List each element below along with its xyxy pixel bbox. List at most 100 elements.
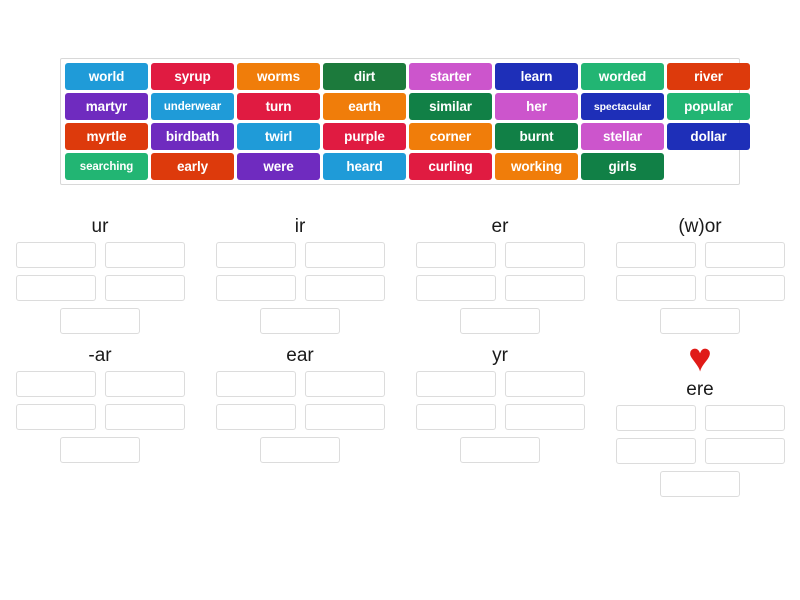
category-title: (w)or [678,216,722,237]
drop-slot[interactable] [415,404,496,430]
drop-slot-row [15,242,185,268]
drop-slot[interactable] [704,438,785,464]
word-tile[interactable]: twirl [237,123,320,150]
word-tile[interactable]: burnt [495,123,578,150]
word-tile[interactable]: birdbath [151,123,234,150]
word-tile[interactable]: stellar [581,123,664,150]
category-group: (w)or [605,212,795,341]
drop-slot[interactable] [415,242,496,268]
category-area: ur ir er (w)or -ar ear yr ♥ ere [0,212,800,504]
heart-icon: ♥ [688,336,712,380]
drop-slot[interactable] [15,242,96,268]
drop-slot-row [260,437,340,463]
drop-slot-row [60,437,140,463]
word-tile[interactable]: worded [581,63,664,90]
category-group: ur [5,212,195,341]
category-title: er [491,216,509,237]
drop-slot[interactable] [615,405,696,431]
drop-slot[interactable] [415,371,496,397]
word-tile[interactable]: girls [581,153,664,180]
word-tile[interactable]: myrtle [65,123,148,150]
word-tile[interactable]: corner [409,123,492,150]
drop-slot[interactable] [15,275,96,301]
word-tile[interactable]: dirt [323,63,406,90]
word-tile[interactable]: curling [409,153,492,180]
drop-slot[interactable] [660,471,740,497]
drop-slot[interactable] [104,404,185,430]
word-tile[interactable]: similar [409,93,492,120]
drop-slot-row [260,308,340,334]
word-tile[interactable]: her [495,93,578,120]
word-tile[interactable]: early [151,153,234,180]
drop-slot[interactable] [504,404,585,430]
drop-slot-row [415,242,585,268]
word-tile[interactable]: earth [323,93,406,120]
drop-slot[interactable] [215,275,296,301]
drop-slot[interactable] [260,308,340,334]
drop-slot[interactable] [704,242,785,268]
drop-slot-row [660,471,740,497]
drop-slot[interactable] [60,437,140,463]
word-tile[interactable]: world [65,63,148,90]
drop-slot-row [460,437,540,463]
word-tile[interactable]: spectacular [581,93,664,120]
drop-slot[interactable] [15,404,96,430]
drop-slot[interactable] [215,371,296,397]
word-tile[interactable]: river [667,63,750,90]
word-tile[interactable]: dollar [667,123,750,150]
word-tile[interactable]: underwear [151,93,234,120]
drop-slot-row [215,242,385,268]
drop-slot[interactable] [415,275,496,301]
drop-slot[interactable] [304,275,385,301]
word-tile[interactable]: starter [409,63,492,90]
category-group: yr [405,341,595,504]
drop-slot-row [15,275,185,301]
word-tile[interactable]: searching [65,153,148,180]
drop-slot[interactable] [460,437,540,463]
drop-slot[interactable] [60,308,140,334]
word-tile[interactable]: heard [323,153,406,180]
drop-slot[interactable] [260,437,340,463]
drop-slot[interactable] [104,275,185,301]
word-bank-row: searching early were heard curling working gir… [65,153,736,180]
drop-slot[interactable] [104,371,185,397]
word-bank: world syrup worms dirt starter learn worded riv… [60,58,750,185]
drop-slot[interactable] [304,242,385,268]
drop-slot[interactable] [615,242,696,268]
drop-slot[interactable] [704,405,785,431]
drop-slot[interactable] [460,308,540,334]
drop-slot[interactable] [215,242,296,268]
word-tile[interactable]: were [237,153,320,180]
category-title: ere [686,379,714,400]
drop-slot[interactable] [660,308,740,334]
drop-slot-row [415,275,585,301]
drop-slot[interactable] [615,438,696,464]
drop-slot-row [215,275,385,301]
category-group: ♥ ere [605,336,795,504]
drop-slot-row [15,371,185,397]
drop-slot[interactable] [215,404,296,430]
word-tile[interactable]: turn [237,93,320,120]
drop-slot[interactable] [504,275,585,301]
drop-slot[interactable] [504,371,585,397]
drop-slot[interactable] [704,275,785,301]
word-tile[interactable]: worms [237,63,320,90]
drop-slot[interactable] [15,371,96,397]
drop-slot-row [615,438,785,464]
drop-slot[interactable] [615,275,696,301]
category-group: -ar [5,341,195,504]
drop-slot[interactable] [304,404,385,430]
word-tile[interactable]: learn [495,63,578,90]
word-tile[interactable]: popular [667,93,750,120]
drop-slot[interactable] [104,242,185,268]
drop-slot-row [15,404,185,430]
word-tile[interactable]: working [495,153,578,180]
drop-slot-row [415,404,585,430]
word-bank-row: world syrup worms dirt starter learn worded riv… [65,63,750,90]
word-tile[interactable]: purple [323,123,406,150]
drop-slot[interactable] [504,242,585,268]
drop-slot[interactable] [304,371,385,397]
drop-slot-row [660,308,740,334]
word-tile[interactable]: syrup [151,63,234,90]
word-tile[interactable]: martyr [65,93,148,120]
